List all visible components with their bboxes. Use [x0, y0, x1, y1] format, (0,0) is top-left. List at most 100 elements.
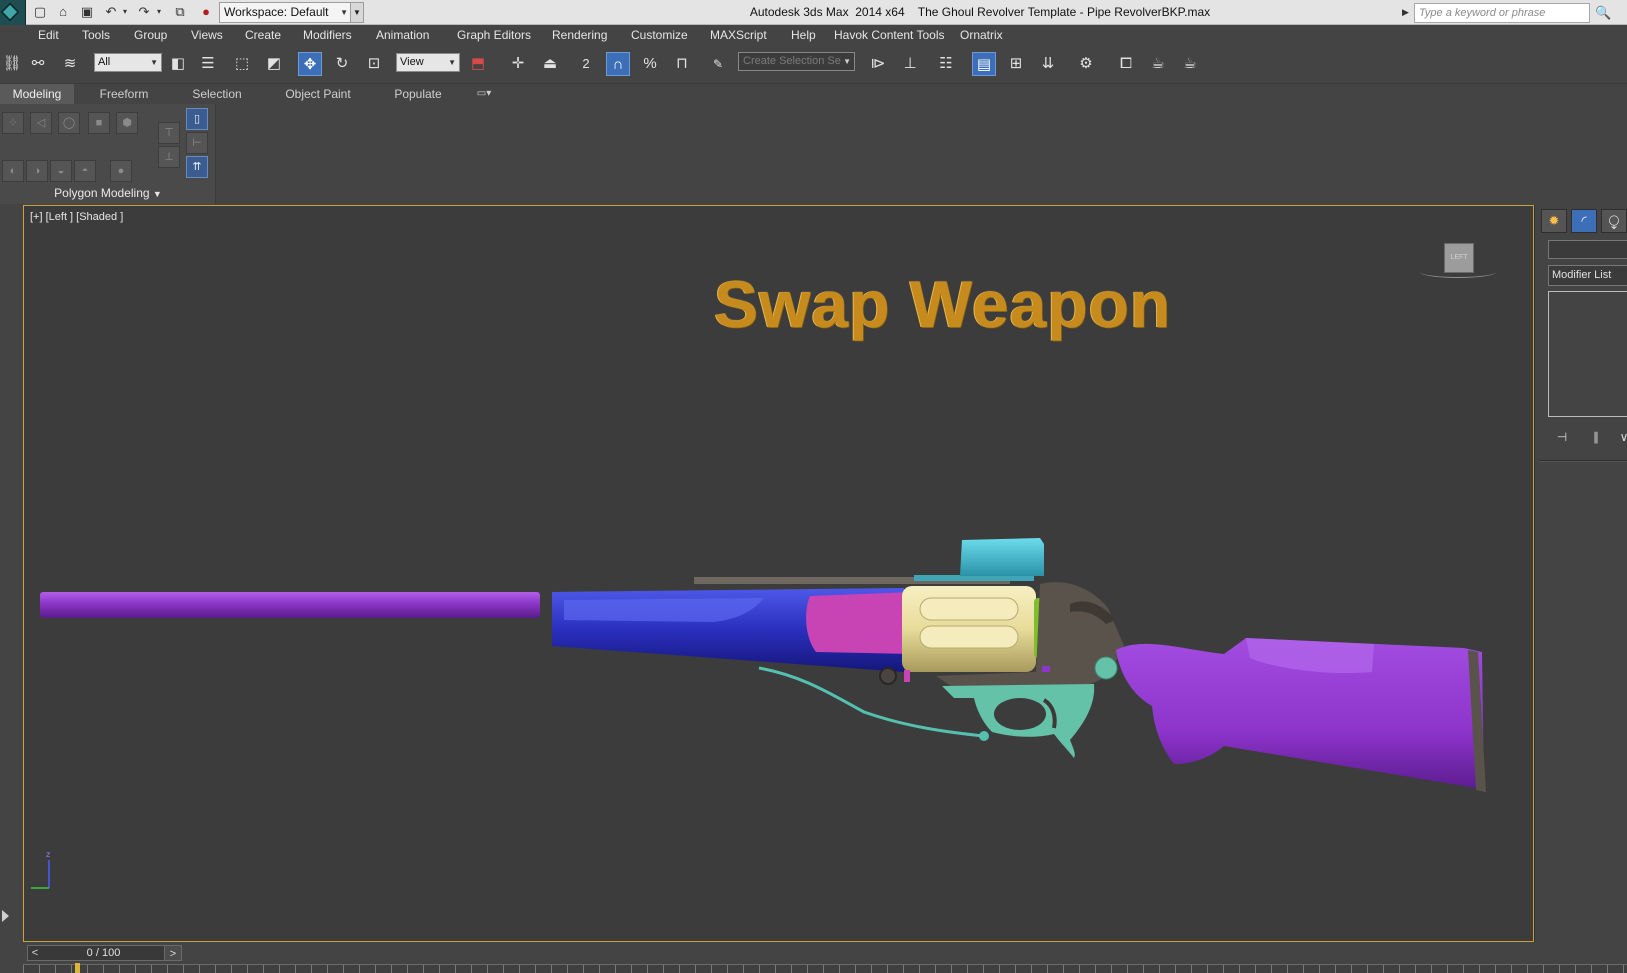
- polygon-icon[interactable]: ■: [88, 112, 110, 134]
- spinner-snap-icon[interactable]: ⊓: [670, 52, 694, 76]
- pin-stack-icon[interactable]: ⊣: [1551, 427, 1573, 447]
- toggle-ribbon-icon[interactable]: ▤: [972, 52, 996, 76]
- tab-selection[interactable]: Selection: [180, 84, 254, 104]
- select-and-rotate-icon[interactable]: ↻: [330, 52, 354, 76]
- menu-edit[interactable]: Edit: [38, 25, 59, 45]
- search-input[interactable]: [1414, 3, 1590, 23]
- menu-help[interactable]: Help: [791, 25, 816, 45]
- percent-snap-icon[interactable]: %: [638, 52, 662, 76]
- app-menu-button[interactable]: [0, 0, 26, 26]
- menu-ornatrix[interactable]: Ornatrix: [960, 25, 1003, 45]
- time-frame-display[interactable]: 0 / 100: [43, 945, 164, 961]
- pin-stack-icon[interactable]: ◓: [74, 160, 96, 182]
- time-prev-button[interactable]: <: [27, 945, 43, 961]
- menu-tools[interactable]: Tools: [82, 25, 110, 45]
- align-icon[interactable]: ⊥: [898, 52, 922, 76]
- cable-end-mesh[interactable]: [979, 731, 989, 741]
- window-crossing-icon[interactable]: ◩: [262, 52, 286, 76]
- angle-snap-icon[interactable]: ∩: [606, 52, 630, 76]
- reference-coordinate-select[interactable]: View ▼: [396, 53, 460, 72]
- binoculars-search-icon[interactable]: 🔍: [1595, 4, 1615, 22]
- menu-havok-content-tools[interactable]: Havok Content Tools: [834, 25, 945, 45]
- make-unique-icon[interactable]: ∨: [1613, 427, 1627, 447]
- project-folder-icon[interactable]: ⧉: [172, 4, 188, 20]
- time-next-button[interactable]: >: [164, 945, 182, 961]
- menu-animation[interactable]: Animation: [376, 25, 429, 45]
- viewcube-compass-ring[interactable]: [1420, 266, 1496, 278]
- unlink-selection-icon[interactable]: ⚯: [26, 52, 50, 76]
- bind-to-space-warp-icon[interactable]: ≋: [58, 52, 82, 76]
- menu-rendering[interactable]: Rendering: [552, 25, 607, 45]
- cylinder-flute-mesh[interactable]: [919, 625, 1019, 649]
- tab-object-paint[interactable]: Object Paint: [276, 84, 360, 104]
- pivot-screw-mesh[interactable]: [879, 667, 897, 685]
- select-and-move-icon[interactable]: ✥: [298, 52, 322, 76]
- select-and-scale-icon[interactable]: ⊡: [362, 52, 386, 76]
- snaps-toggle-icon[interactable]: 2: [574, 52, 598, 76]
- tab-populate[interactable]: Populate: [382, 84, 454, 104]
- hold-icon[interactable]: ●: [198, 4, 214, 20]
- hierarchy-icon[interactable]: ⧬: [1601, 209, 1627, 233]
- menu-customize[interactable]: Customize: [631, 25, 688, 45]
- sun-icon[interactable]: ✹: [1541, 209, 1567, 233]
- show-end-result-icon[interactable]: ◒: [50, 160, 72, 182]
- element-icon[interactable]: ⬢: [116, 112, 138, 134]
- undo-icon[interactable]: ↶: [103, 4, 119, 20]
- modifier-stack[interactable]: [1548, 291, 1627, 417]
- save-file-icon[interactable]: ▣: [79, 4, 95, 20]
- edge-icon[interactable]: ◁: [30, 112, 52, 134]
- open-file-icon[interactable]: ⌂: [55, 4, 71, 20]
- menu-group[interactable]: Group: [134, 25, 167, 45]
- menu-modifiers[interactable]: Modifiers: [303, 25, 352, 45]
- menu-maxscript[interactable]: MAXScript: [710, 25, 767, 45]
- render-production-icon[interactable]: ☕: [1178, 52, 1202, 76]
- ignore-backfacing-icon[interactable]: ●: [110, 160, 132, 182]
- show-end-result-icon[interactable]: ∥: [1585, 427, 1607, 447]
- curve-icon[interactable]: ◜: [1571, 209, 1597, 233]
- previous-modifier-icon[interactable]: ◐: [2, 160, 24, 182]
- viewport-left[interactable]: [+] [Left ] [Shaded ] Swap Weapon LEFT z: [23, 205, 1534, 942]
- mirror-icon[interactable]: ⧐: [866, 52, 890, 76]
- toggle-command-mode-icon[interactable]: ⇈: [186, 156, 208, 178]
- barrel-mesh[interactable]: [40, 592, 540, 618]
- scope-mesh[interactable]: [960, 538, 1044, 576]
- expand-layout-icon[interactable]: [2, 910, 9, 922]
- layer-manager-icon[interactable]: ☷: [934, 52, 958, 76]
- keyboard-shortcut-override-icon[interactable]: ⏏: [538, 52, 562, 76]
- viewport-label[interactable]: [+] [Left ] [Shaded ]: [30, 211, 123, 223]
- rendered-frame-window-icon[interactable]: ☕: [1146, 52, 1170, 76]
- timeline-ruler[interactable]: [23, 964, 1627, 973]
- edit-named-selection-icon[interactable]: ✎: [706, 52, 730, 76]
- next-modifier-icon[interactable]: ◑: [26, 160, 48, 182]
- magenta-insert-mesh[interactable]: [806, 592, 912, 654]
- modify-mode-icon[interactable]: ⊤: [158, 122, 180, 144]
- menu-graph-editors[interactable]: Graph Editors: [457, 25, 531, 45]
- customize-quick-access-button[interactable]: ▼: [350, 2, 364, 23]
- select-object-icon[interactable]: ◧: [166, 52, 190, 76]
- menu-views[interactable]: Views: [191, 25, 223, 45]
- undo-dropdown-icon[interactable]: ▾: [120, 4, 130, 20]
- redo-dropdown-icon[interactable]: ▾: [154, 4, 164, 20]
- menu-create[interactable]: Create: [245, 25, 281, 45]
- material-editor-icon[interactable]: ⚙: [1074, 52, 1098, 76]
- cylinder-flute-mesh[interactable]: [919, 597, 1019, 621]
- infocenter-toggle-icon[interactable]: ▶: [1402, 5, 1411, 19]
- object-name-field[interactable]: [1548, 240, 1627, 259]
- modifier-list-select[interactable]: Modifier List: [1548, 265, 1627, 286]
- manipulate-icon[interactable]: ✛: [506, 52, 530, 76]
- tab-freeform[interactable]: Freeform: [88, 84, 160, 104]
- select-by-name-icon[interactable]: ☰: [196, 52, 220, 76]
- curve-editor-icon[interactable]: ⊞: [1004, 52, 1028, 76]
- rectangular-selection-icon[interactable]: ⬚: [230, 52, 254, 76]
- small-magenta-part[interactable]: [904, 670, 910, 682]
- pivot-center-icon[interactable]: ⬒: [466, 52, 490, 76]
- small-purple-part[interactable]: [1042, 666, 1050, 672]
- create-selection-set-select[interactable]: Create Selection Se ▼: [738, 52, 855, 71]
- teal-knob-mesh[interactable]: [1094, 656, 1118, 680]
- tab-modeling[interactable]: Modeling: [0, 84, 74, 104]
- vertex-icon[interactable]: ⁘: [2, 112, 24, 134]
- use-soft-selection-icon[interactable]: ▯: [186, 108, 208, 130]
- workspace-select[interactable]: Workspace: Default ▼: [219, 2, 353, 23]
- selection-filter-select[interactable]: All ▼: [94, 53, 162, 72]
- render-setup-icon[interactable]: ⧠: [1114, 52, 1138, 76]
